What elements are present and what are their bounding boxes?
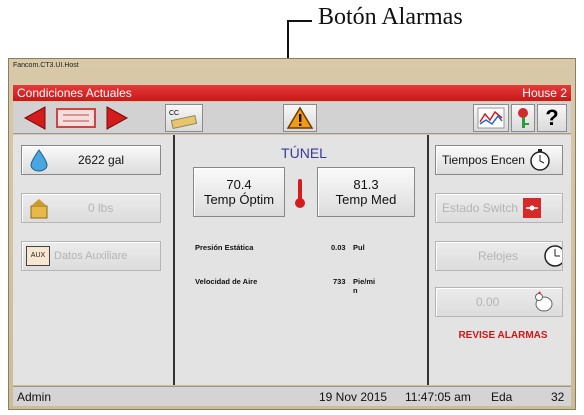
aux-icon: AUX — [26, 246, 50, 266]
mode-title: TÚNEL — [281, 145, 327, 161]
graph-button[interactable] — [473, 104, 509, 132]
alarms-button[interactable] — [283, 104, 317, 132]
run-times-label: Tiempos Encen — [442, 153, 525, 167]
thermometer-icon — [295, 179, 305, 208]
toolbar: CC ? — [13, 102, 571, 134]
water-value: 2622 gal — [78, 153, 125, 167]
date-label: 19 Nov 2015 — [319, 390, 388, 404]
switch-icon — [523, 198, 542, 218]
house-label: House 2 — [522, 86, 567, 100]
app-window: Fancom.CT3.UI.Host Condiciones Actuales … — [8, 58, 576, 410]
air-speed-value: 733 — [333, 277, 346, 286]
window-title: Fancom.CT3.UI.Host — [13, 62, 79, 69]
static-pressure-unit: Pul — [353, 243, 365, 252]
feed-silo-icon — [30, 199, 48, 219]
static-pressure-label: Presión Estática — [195, 243, 254, 252]
chicken-icon — [535, 291, 553, 312]
time-label: 11:47:05 am — [405, 390, 471, 404]
alarm-warning-icon — [287, 106, 313, 129]
help-button[interactable]: ? — [537, 104, 567, 132]
static-pressure-value: 0.03 — [331, 243, 346, 252]
page-title: Condiciones Actuales — [17, 86, 132, 100]
clocks-label: Relojes — [478, 249, 519, 263]
arrow-left-icon — [23, 106, 46, 130]
temp-optim-value: 70.4 — [226, 177, 252, 192]
clock-icon — [544, 245, 562, 267]
divider — [173, 135, 175, 385]
aux-label: Datos Auxiliare — [54, 250, 128, 262]
age-value: 32 — [551, 390, 565, 404]
temp-med-button[interactable]: 81.3 Temp Med — [317, 167, 415, 217]
air-speed-unit: Pie/mi — [353, 277, 376, 286]
key-icon — [518, 108, 529, 128]
switch-status-button[interactable]: Estado Switch — [435, 193, 563, 223]
feed-value: 0 lbs — [88, 201, 114, 215]
alarm-warning-text: REVISE ALARMAS — [458, 330, 548, 341]
aux-data-button[interactable]: AUX Datos Auxiliare — [21, 241, 161, 271]
age-label: Eda — [491, 390, 513, 404]
birds-value: 0.00 — [476, 295, 500, 309]
clocks-button[interactable]: Relojes — [435, 241, 563, 271]
arrow-right-icon — [106, 106, 129, 130]
status-bar: Admin 19 Nov 2015 11:47:05 am Eda 32 — [13, 386, 571, 406]
cc-button[interactable]: CC — [165, 104, 203, 132]
previous-button[interactable] — [17, 104, 51, 132]
house-map-button[interactable] — [53, 104, 99, 132]
air-speed-unit-wrap: n — [353, 286, 358, 295]
air-speed-label: Velocidad de Aire — [195, 277, 258, 286]
user-label: Admin — [17, 390, 52, 404]
switch-status-label: Estado Switch — [442, 201, 519, 215]
svg-text:CC: CC — [169, 110, 179, 117]
water-drop-icon — [30, 149, 48, 172]
temp-med-value: 81.3 — [353, 177, 379, 192]
graph-icon — [477, 107, 505, 129]
callout-label: Botón Alarmas — [318, 4, 463, 30]
temp-optim-button[interactable]: 70.4 Temp Óptim — [193, 167, 285, 217]
main-panel: 2622 gal 0 lbs AUX Datos Auxiliare TÚNEL… — [13, 135, 571, 385]
divider — [427, 135, 429, 385]
feed-button[interactable]: 0 lbs — [21, 193, 161, 223]
house-map-icon — [56, 108, 96, 128]
run-times-button[interactable]: Tiempos Encen — [435, 145, 563, 175]
next-button[interactable] — [101, 104, 135, 132]
key-button[interactable] — [511, 104, 535, 132]
cc-valve-icon: CC — [169, 110, 198, 130]
callout-line — [288, 20, 312, 22]
help-icon: ? — [545, 105, 559, 130]
birds-button[interactable]: 0.00 — [435, 287, 563, 317]
temp-med-label: Temp Med — [335, 192, 397, 207]
water-button[interactable]: 2622 gal — [21, 145, 161, 175]
stopwatch-icon — [530, 149, 550, 171]
header-bar: Condiciones Actuales House 2 — [13, 85, 571, 101]
temp-optim-label: Temp Óptim — [203, 192, 275, 207]
